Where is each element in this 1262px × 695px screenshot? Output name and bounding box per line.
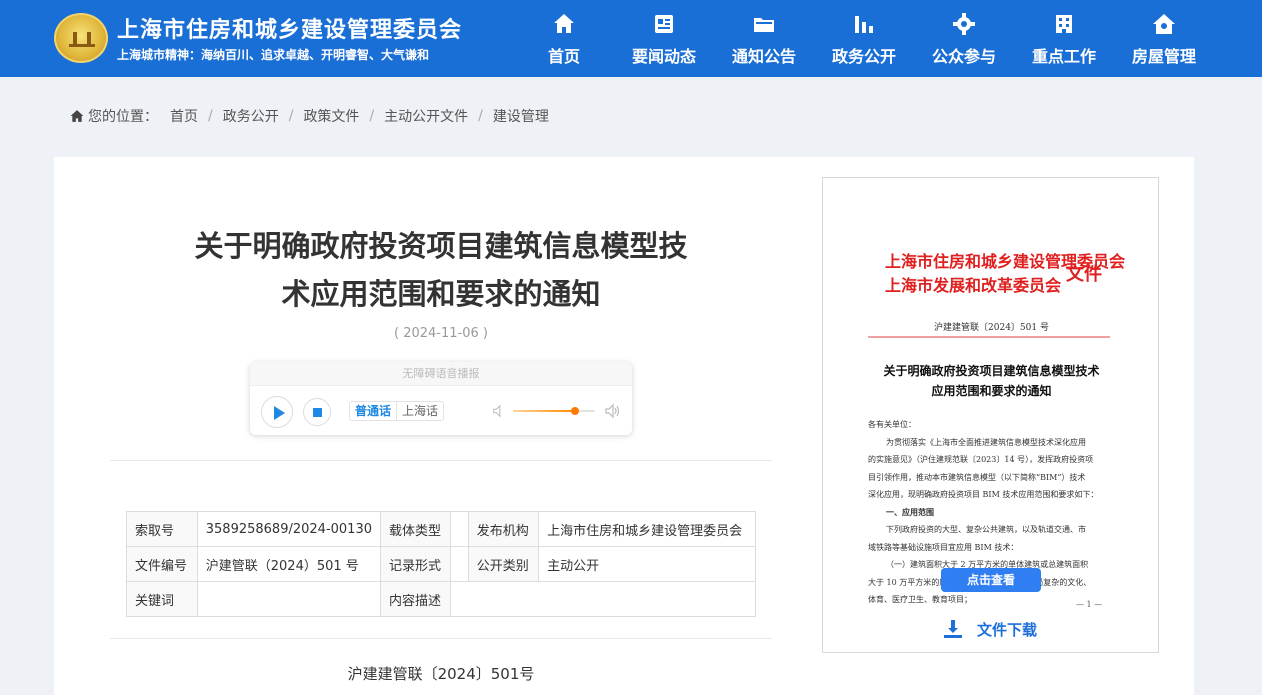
preview-body-line: 深化应用，现明确政府投资项目 BIM 技术应用范围和要求如下： — [868, 490, 1099, 499]
breadcrumb-separator: / — [208, 108, 213, 124]
nav-label: 重点工作 — [1031, 47, 1096, 66]
nav-label: 政务公开 — [831, 47, 896, 66]
download-label: 文件下载 — [977, 620, 1038, 639]
preview-title: 关于明确政府投资项目建筑信息模型技术 应用范围和要求的通知 — [823, 361, 1160, 401]
view-document-button[interactable]: 点击查看 — [941, 568, 1041, 592]
folder-icon — [754, 18, 774, 32]
site-logo[interactable] — [54, 13, 108, 63]
site-slogan: 上海城市精神：海纳百川、追求卓越、开明睿智、大气谦和 — [117, 48, 430, 62]
breadcrumb-active-disclosure[interactable]: 主动公开文件 — [384, 106, 468, 126]
preview-title-line2: 应用范围和要求的通知 — [931, 384, 1052, 398]
category-value: 主动公开 — [538, 546, 756, 582]
carrier-value — [449, 511, 469, 547]
play-button[interactable] — [261, 396, 293, 428]
document-info-table: 索取号 3589258689/2024-00130 载体类型 发布机构 上海市住… — [126, 511, 757, 617]
site-header: 上海市住房和城乡建设管理委员会 上海城市精神：海纳百川、追求卓越、开明睿智、大气… — [0, 0, 1262, 77]
chart-icon — [855, 16, 873, 33]
breadcrumb-separator: / — [369, 108, 375, 124]
nav-home[interactable]: 首页 — [514, 0, 614, 77]
breadcrumb-separator: / — [478, 108, 483, 124]
preview-body-line: 域铁路等基础设施项目宜应用 BIM 技术： — [868, 542, 1019, 552]
docno-label: 文件编号 — [126, 546, 198, 582]
breadcrumb-policy-files[interactable]: 政策文件 — [303, 106, 359, 126]
audio-player: 无障碍语音播报 普通话 上海话 — [250, 362, 632, 435]
nav-label: 公众参与 — [931, 47, 996, 66]
breadcrumb-separator: / — [288, 108, 294, 124]
building-icon — [1056, 15, 1072, 33]
article-title-line1: 关于明确政府投资项目建筑信息模型技 — [194, 229, 688, 263]
breadcrumb-home[interactable]: 首页 — [170, 106, 198, 126]
article-title: 关于明确政府投资项目建筑信息模型技 术应用范围和要求的通知 — [110, 222, 772, 318]
nav-news[interactable]: 要闻动态 — [614, 0, 714, 77]
volume-high-icon[interactable] — [605, 403, 621, 419]
table-row: 关键词 内容描述 — [126, 581, 757, 617]
lang-shanghainese-option[interactable]: 上海话 — [397, 402, 443, 420]
main-nav: 首页 要闻动态 通知公告 政务公开 公众参与 重点工作 房屋管理 — [514, 0, 1214, 77]
document-preview[interactable]: 上海市住房和城乡建设管理委员会 上海市发展和改革委员会 文件 沪建建管联〔202… — [822, 177, 1159, 653]
keyword-value — [196, 581, 382, 617]
document-number: 沪建建管联〔2024〕501号 — [347, 665, 535, 683]
preview-body-line: 下列政府投资的大型、复杂公共建筑，以及轨道交通、市 — [886, 525, 1086, 534]
publisher-label: 发布机构 — [467, 511, 540, 547]
table-row: 文件编号 沪建管联（2024）501 号 记录形式 公开类别 主动公开 — [126, 546, 756, 582]
gear-icon — [953, 13, 975, 35]
file-download-link[interactable]: 文件下载 — [943, 618, 1037, 640]
breadcrumb-gov-affairs[interactable]: 政务公开 — [223, 106, 279, 126]
nav-label: 要闻动态 — [631, 47, 696, 66]
article-date: ( 2024-11-06 ) — [394, 326, 488, 341]
preview-red-line — [868, 336, 1110, 338]
preview-issuer-suffix: 文件 — [1066, 264, 1102, 285]
preview-body-line: 各有关单位： — [868, 420, 916, 429]
publisher-value: 上海市住房和城乡建设管理委员会 — [538, 511, 756, 547]
breadcrumb: 您的位置： 首页 / 政务公开 / 政策文件 / 主动公开文件 / 建设管理 — [70, 106, 549, 126]
table-row: 索取号 3589258689/2024-00130 载体类型 发布机构 上海市住… — [126, 511, 756, 547]
nav-key-work[interactable]: 重点工作 — [1014, 0, 1114, 77]
nav-label: 首页 — [547, 47, 580, 66]
home-icon — [554, 14, 574, 33]
index-value: 3589258689/2024-00130 — [196, 511, 382, 547]
preview-body-heading: 一、应用范围 — [886, 506, 934, 517]
record-label: 记录形式 — [380, 546, 451, 582]
nav-notices[interactable]: 通知公告 — [714, 0, 814, 77]
desc-value — [449, 581, 757, 617]
nav-label: 房屋管理 — [1131, 47, 1196, 66]
nav-public-participation[interactable]: 公众参与 — [914, 0, 1014, 77]
desc-label: 内容描述 — [380, 581, 451, 617]
divider-top — [110, 460, 772, 461]
volume-low-icon[interactable] — [492, 404, 506, 418]
breadcrumb-prefix: 您的位置： — [88, 109, 158, 125]
index-label: 索取号 — [126, 511, 198, 547]
breadcrumb-construction-management[interactable]: 建设管理 — [493, 106, 549, 126]
preview-body-line: 的实施意见》（沪住建规范联〔2023〕14 号），发挥政府投资项 — [868, 455, 1094, 464]
carrier-label: 载体类型 — [380, 511, 451, 547]
news-icon — [655, 15, 673, 33]
lang-mandarin-option[interactable]: 普通话 — [350, 402, 398, 420]
preview-body-line: 为贯彻落实《上海市全面推进建筑信息模型技术深化应用 — [886, 437, 1086, 447]
site-title[interactable]: 上海市住房和城乡建设管理委员会 — [117, 12, 462, 44]
download-icon — [944, 620, 962, 638]
record-value — [449, 546, 469, 582]
volume-slider[interactable] — [513, 407, 595, 415]
docno-value: 沪建管联（2024）501 号 — [196, 546, 382, 582]
preview-body-line: 目引领作用，推动本市建筑信息模型（以下简称“BIM”）技术 — [868, 472, 1086, 482]
volume-fill — [513, 410, 575, 412]
nav-gov-affairs[interactable]: 政务公开 — [814, 0, 914, 77]
language-toggle: 普通话 上海话 — [349, 401, 445, 421]
preview-title-line1: 关于明确政府投资项目建筑信息模型技术 — [883, 364, 1100, 378]
preview-doc-number: 沪建建管联〔2024〕501 号 — [934, 323, 1049, 333]
stop-button[interactable] — [303, 398, 331, 426]
category-label: 公开类别 — [467, 546, 540, 582]
nav-label: 通知公告 — [731, 47, 796, 66]
divider-bottom — [110, 638, 772, 639]
house-icon — [1153, 14, 1175, 34]
preview-page-number: — 1 — — [1076, 600, 1103, 609]
nav-housing[interactable]: 房屋管理 — [1114, 0, 1214, 77]
article-title-line2: 术应用范围和要求的通知 — [281, 277, 601, 311]
home-icon — [70, 110, 84, 122]
volume-knob[interactable] — [570, 407, 579, 415]
player-title: 无障碍语音播报 — [250, 362, 632, 386]
keyword-label: 关键词 — [126, 581, 198, 617]
